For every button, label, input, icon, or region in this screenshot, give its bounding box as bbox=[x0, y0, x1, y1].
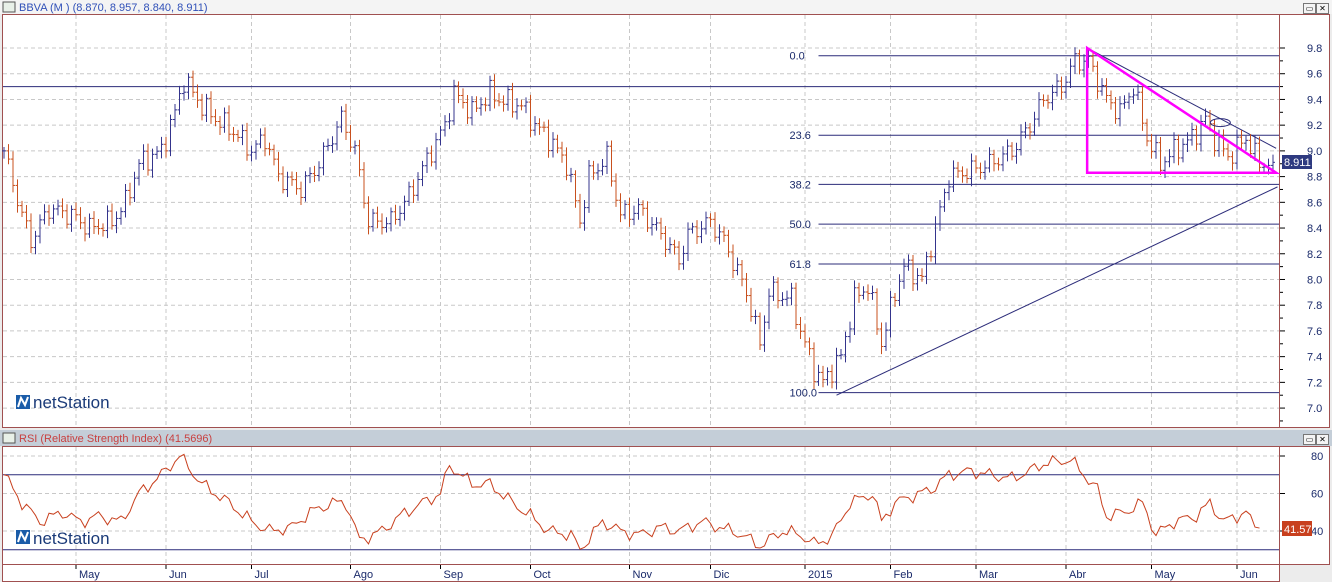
panel-icon bbox=[2, 432, 16, 444]
fib-level-label: 100.0 bbox=[790, 388, 818, 400]
rsi-tick-label: 80 bbox=[1311, 451, 1323, 463]
price-tick-label: 9.8 bbox=[1307, 43, 1322, 55]
month-label: Ago bbox=[354, 569, 374, 581]
price-tick-label: 7.6 bbox=[1307, 326, 1322, 338]
panel-icon bbox=[2, 1, 16, 13]
rsi-maximize-button[interactable]: ▭ bbox=[1303, 434, 1316, 445]
month-label: Sep bbox=[444, 569, 464, 581]
month-label: Feb bbox=[894, 569, 913, 581]
month-label: Mar bbox=[979, 569, 998, 581]
month-label: Dic bbox=[714, 569, 730, 581]
month-label: May bbox=[79, 569, 100, 581]
price-tick-label: 9.2 bbox=[1307, 120, 1322, 132]
rsi-tick-label: 60 bbox=[1311, 489, 1323, 501]
price-tick-label: 8.2 bbox=[1307, 249, 1322, 261]
price-tick-label: 8.8 bbox=[1307, 172, 1322, 184]
price-tick-label: 7.0 bbox=[1307, 403, 1322, 415]
chart-canvas: BBVA (M ) (8.870, 8.957, 8.840, 8.911) R… bbox=[0, 0, 1332, 582]
price-tick-label: 9.4 bbox=[1307, 94, 1322, 106]
month-label: Jul bbox=[255, 569, 269, 581]
maximize-button[interactable]: ▭ bbox=[1303, 3, 1316, 14]
price-tick-label: 7.8 bbox=[1307, 300, 1322, 312]
fib-level-label: 50.0 bbox=[790, 219, 811, 231]
month-label: Oct bbox=[534, 569, 551, 581]
month-label: Jun bbox=[169, 569, 187, 581]
fib-level-label: 38.2 bbox=[790, 179, 811, 191]
last-rsi-label: 41.57 bbox=[1284, 524, 1312, 536]
price-tick-label: 9.6 bbox=[1307, 69, 1322, 81]
fib-level-label: 0.0 bbox=[790, 51, 805, 63]
price-tick-label: 8.4 bbox=[1307, 223, 1322, 235]
month-label: 2015 bbox=[808, 569, 832, 581]
rsi-close-button[interactable]: ✕ bbox=[1316, 434, 1329, 445]
month-label: Nov bbox=[633, 569, 653, 581]
fib-level-label: 23.6 bbox=[790, 130, 811, 142]
rsi-tick-label: 40 bbox=[1311, 526, 1323, 538]
rsi-axis bbox=[1279, 446, 1330, 565]
last-price-label: 8.911 bbox=[1284, 157, 1311, 169]
price-tick-label: 7.2 bbox=[1307, 377, 1322, 389]
rsi-title: RSI (Relative Strength Index) (41.5696) bbox=[19, 433, 212, 445]
svg-text:netStation: netStation bbox=[33, 529, 110, 548]
month-label: May bbox=[1155, 569, 1176, 581]
main-title: BBVA (M ) (8.870, 8.957, 8.840, 8.911) bbox=[19, 2, 208, 14]
price-tick-label: 7.4 bbox=[1307, 352, 1322, 364]
close-button[interactable]: ✕ bbox=[1316, 3, 1329, 14]
price-tick-label: 8.6 bbox=[1307, 197, 1322, 209]
svg-text:netStation: netStation bbox=[33, 393, 110, 412]
fib-level-label: 61.8 bbox=[790, 259, 811, 271]
month-label: Jun bbox=[1240, 569, 1258, 581]
month-label: Abr bbox=[1069, 569, 1086, 581]
rsi-plot-area bbox=[2, 446, 1280, 565]
price-tick-label: 8.0 bbox=[1307, 274, 1322, 286]
